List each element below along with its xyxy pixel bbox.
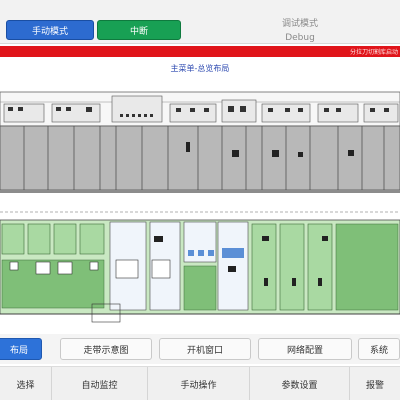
nav-startup-window-button[interactable]: 开机窗口 xyxy=(159,338,251,360)
machine-layout-svg xyxy=(0,91,400,323)
upper-machine-view xyxy=(0,91,400,193)
nav-auto-monitor-button[interactable]: 自动监控 xyxy=(52,367,148,400)
nav-layout-button[interactable]: 布局 xyxy=(0,338,42,360)
nav-system-button[interactable]: 系统 xyxy=(358,338,400,360)
lower-machine-view xyxy=(0,219,400,323)
nav-alarm-button[interactable]: 报警 xyxy=(350,367,400,400)
nav-network-config-button[interactable]: 网络配置 xyxy=(258,338,352,360)
page-title: 主菜单-总览布局 xyxy=(170,64,230,73)
nav-manual-operation-button[interactable]: 手动操作 xyxy=(148,367,250,400)
nav-select-button[interactable]: 选择 xyxy=(0,367,52,400)
nav-parameter-settings-button[interactable]: 参数设置 xyxy=(250,367,350,400)
machine-layout-diagram xyxy=(0,80,400,330)
alarm-bar[interactable]: 分拉刀切割库启动 xyxy=(0,46,400,57)
pause-button[interactable]: 中断 xyxy=(97,20,181,40)
top-bar: 手动模式 中断 调试模式 Debug xyxy=(0,0,400,44)
alarm-text: 分拉刀切割库启动 xyxy=(349,49,398,56)
debug-mode-title: 调试模式 xyxy=(281,19,318,29)
nav-tape-diagram-button[interactable]: 走带示意图 xyxy=(60,338,152,360)
main-navigation-bar: 选择 自动监控 手动操作 参数设置 报警 xyxy=(0,366,400,400)
debug-mode-subtitle: Debug xyxy=(285,33,315,43)
sub-navigation-bar: 布局 走带示意图 开机窗口 网络配置 系统 xyxy=(0,334,400,364)
manual-mode-button[interactable]: 手动模式 xyxy=(6,20,94,40)
debug-mode-indicator[interactable]: 调试模式 Debug xyxy=(238,8,362,44)
